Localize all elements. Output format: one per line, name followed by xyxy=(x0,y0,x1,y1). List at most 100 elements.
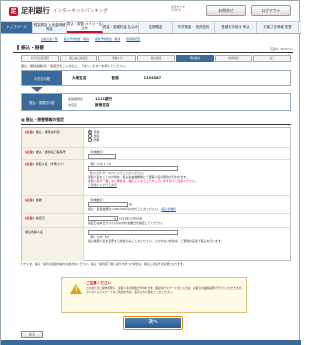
source-account-label: お引出口座 xyxy=(22,71,62,85)
note-text: 振込依頼人名を変更する場合のみご入力ください。入力がない場合は、ご登録の名義で振… xyxy=(88,239,224,243)
required-badge: [必須] xyxy=(25,198,34,202)
arrow-down-icon xyxy=(31,87,43,92)
nav-item-foreign[interactable]: 外貨預金・ 投資信託 xyxy=(173,22,215,33)
label-requester: 振込依頼人名 xyxy=(25,230,44,234)
dest-account-box: 振込・振替先口座 金融機関名 支店名 1111銀行 新宿支店 xyxy=(21,93,291,111)
page-frame: 足 足利銀行 インターネットバンキング 文字サイズ 小 中 大 お問合せ ログア… xyxy=(0,0,301,345)
label-date: 指定日 xyxy=(35,216,45,220)
transfer-form: [必須] 振込・振替先科目 普通 当座 貯蓄 [必須] 振込・振替先口座番号 （半角… xyxy=(21,127,291,261)
font-size-options[interactable]: 小 中 大 xyxy=(171,8,185,12)
global-nav: トップページ 残高照会 入出金明細照会 振込・振替 ペイジー払込み 税金・各種料… xyxy=(1,21,301,34)
step: 内容確認 xyxy=(214,55,253,62)
progress-steps: お引出口座選択 振込先口座指定 金額入力 振込振替 登録確認 内容確認 完了 xyxy=(21,55,292,62)
form-row-requester: 振込依頼人名 （例）ｱｼｶｶﾞ ﾀﾛｳ 振込依頼人名を変更する場合のみご入力くだ… xyxy=(22,228,290,261)
radio-checked-icon xyxy=(88,130,92,134)
label-amount: 金額 xyxy=(35,198,42,202)
date-value: 2014年11月05日 xyxy=(118,216,143,221)
requester-cell: （例）ｱｼｶｶﾞ ﾀﾛｳ 振込依頼人名を変更する場合のみご入力ください。入力がな… xyxy=(84,228,290,261)
warning-icon: ! xyxy=(70,284,82,294)
field-label: [必須] 振込・振替先科目 xyxy=(22,128,84,147)
dest-bank: 1111銀行 xyxy=(95,96,113,101)
dest-values: 1111銀行 新宿支店 xyxy=(95,94,112,110)
bank-name: 足利銀行 xyxy=(21,6,50,15)
source-type: 普通 xyxy=(111,75,119,80)
note-text: 指定日は本日から1ヵ月以内の営業日を指定してください。 xyxy=(88,221,165,225)
section-title: 振込・振替情報の指定 xyxy=(21,117,64,122)
step: お引出口座選択 xyxy=(21,55,59,62)
step: 金額入力 xyxy=(98,55,137,62)
required-badge: [必須] xyxy=(25,130,34,134)
amount-cell: （半角数字） 円 振込・振替金額は1,000,000円以内でご入力ください。 振… xyxy=(84,196,290,213)
sub-nav: お振込先一覧 振込予約照会・取消 振替予約照会・取消 限度額変更 xyxy=(41,35,296,42)
radio-label: 貯蓄 xyxy=(93,138,100,142)
footer-bar xyxy=(1,340,301,345)
section-heading: 振込・振替情報の指定 xyxy=(21,117,291,125)
nav-item-profile[interactable]: お客さま情報 変更 xyxy=(257,22,299,33)
form-row-payee-name: [必須] 受取人名（半角カナ） （例）ｱｼｶｶﾞｷﾞﾝｺｳ 【ｶﾅ入力】ｶﾅ・ｱﾙ… xyxy=(22,160,290,196)
field-label: [必須] 金額 xyxy=(22,196,84,213)
instruction-text: 振込・振替金額(円)・指定日をご入力の上、「次へ」ボタンを押してください。 xyxy=(21,64,129,68)
source-number: 1234567 xyxy=(143,76,162,80)
form-row-amount: [必須] 金額 （半角数字） 円 振込・振替金額は1,000,000円以内でご入力… xyxy=(22,196,290,214)
required-badge: [必須] xyxy=(25,162,34,166)
unit-text: 円 xyxy=(128,202,132,207)
fee-link[interactable]: 振込手数料 xyxy=(161,207,175,211)
account-type-radios: 普通 当座 貯蓄 xyxy=(84,128,290,147)
dest-branch-key: 支店名 xyxy=(68,103,78,107)
page-title-row: 振込・振替 画面ID：IBKF0011 xyxy=(13,44,293,53)
dest-branch: 新宿支店 xyxy=(95,102,110,107)
caution-box: ! ご注意ください このあとのご操作の際に、受取人名の照会が行われます。確認用パ… xyxy=(61,277,247,313)
label-account-number: 振込・振替先口座番号 xyxy=(35,150,66,154)
required-badge: [必須] xyxy=(25,216,34,220)
source-account-box: お引出口座 大塚支店 普通 1234567 xyxy=(21,70,291,86)
radio-unchecked-icon xyxy=(88,134,92,138)
dest-bank-key: 金融機関名 xyxy=(68,97,84,101)
service-name: インターネットバンキング xyxy=(52,9,108,14)
nav-item-transfer[interactable]: 振込・振替 ペイジー払込み xyxy=(67,22,103,33)
font-size-control[interactable]: 文字サイズ 小 中 大 xyxy=(171,5,185,12)
next-button[interactable]: 次へ xyxy=(123,316,183,330)
account-number-input[interactable] xyxy=(88,154,116,159)
usable-chars-link[interactable]: ご利用いただける文字 xyxy=(88,183,117,187)
note-text: 振込・振替金額は1,000,000円以内でご入力ください。 xyxy=(88,207,161,211)
form-row-account-number: [必須] 振込・振替先口座番号 （半角数字） xyxy=(22,148,290,160)
form-row-date: [必須]指定日 2014年11月05日 指定日は本日から1ヵ月以内の営業日を指定… xyxy=(22,214,290,228)
step: 振込先口座指定 xyxy=(59,55,98,62)
nav-item-deposit[interactable]: 定期預金 xyxy=(139,22,173,33)
subnav-payee-list[interactable]: お振込先一覧 xyxy=(41,37,58,41)
bank-logo: 足 足利銀行 インターネットバンキング xyxy=(9,5,119,17)
contact-button[interactable]: お問合せ xyxy=(206,5,246,16)
nav-item-tax[interactable]: 税金・各種料金 払込み xyxy=(103,22,139,33)
required-badge: [必須] xyxy=(25,150,34,154)
bank-mark-icon: 足 xyxy=(9,6,18,16)
form-row-account-type: [必須] 振込・振替先科目 普通 当座 貯蓄 xyxy=(22,128,290,148)
field-label: [必須] 受取人名（半角カナ） xyxy=(22,160,84,195)
field-label: [必須] 振込・振替先口座番号 xyxy=(22,148,84,159)
date-cell: 2014年11月05日 指定日は本日から1ヵ月以内の営業日を指定してください。 xyxy=(84,214,290,227)
nav-item-procedures[interactable]: 各種お手続き 申込 xyxy=(215,22,257,33)
field-label: 振込依頼人名 xyxy=(22,228,84,261)
date-select[interactable] xyxy=(88,216,118,221)
page-title: 振込・振替 xyxy=(17,45,44,51)
back-button[interactable]: 戻る xyxy=(21,331,43,338)
dest-account-label: 振込・振替先口座 xyxy=(22,94,62,110)
field-label: [必須] 指定日 xyxy=(22,214,84,227)
label-payee-name: 受取人名（半角カナ） xyxy=(35,162,66,166)
nav-item-top[interactable]: トップページ xyxy=(1,22,33,33)
nav-item-balance[interactable]: 残高照会 入出金明細照会 xyxy=(33,22,67,33)
subnav-transfer-reservations[interactable]: 振込予約照会・取消 xyxy=(64,37,89,41)
account-number-cell: （半角数字） xyxy=(84,148,290,159)
radio-unchecked-icon xyxy=(88,138,92,142)
confirm-note: ただいま、振込・振替の指定内容をお確かめください。振込・振替完了後に誤りがあった… xyxy=(21,262,186,266)
step: 完了 xyxy=(253,55,292,62)
payee-name-cell: （例）ｱｼｶｶﾞｷﾞﾝｺｳ 【ｶﾅ入力】ｶﾅ・ｱﾙﾌｧﾍﾞｯﾄでご入力ください。… xyxy=(84,160,290,195)
subnav-limit-change[interactable]: 限度額変更 xyxy=(126,37,140,41)
radio-option[interactable]: 貯蓄 xyxy=(88,138,286,142)
step: 振込振替 xyxy=(137,55,175,62)
logout-button[interactable]: ログアウト xyxy=(251,5,291,16)
source-branch: 大塚支店 xyxy=(72,75,87,80)
caution-body: このあとのご操作の際に、受取人名の照会が行われます。確認用パスワードのご入力は、… xyxy=(86,286,244,294)
subnav-move-reservations[interactable]: 振替予約照会・取消 xyxy=(95,37,120,41)
next-button-label: 次へ xyxy=(125,318,181,328)
step-current: 登録確認 xyxy=(175,55,214,62)
